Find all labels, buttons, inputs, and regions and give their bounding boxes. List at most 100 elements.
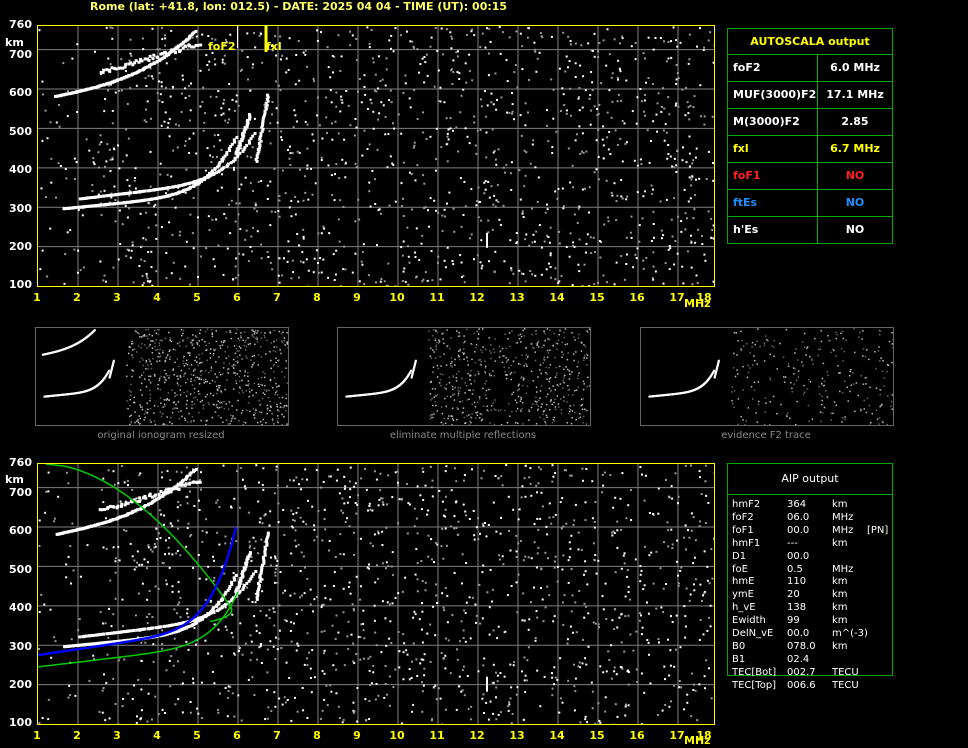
autoscala-value: 17.1 MHz bbox=[826, 88, 884, 101]
aip-value: 006.6 bbox=[787, 679, 816, 691]
x-tick-label: 14 bbox=[549, 291, 565, 304]
aip-unit: km bbox=[832, 576, 848, 588]
fof2-marker-label: foF2 bbox=[208, 40, 236, 53]
autoscala-param: foF2 bbox=[728, 55, 818, 81]
aip-flag: [PN] bbox=[867, 524, 889, 536]
aip-row: B1 02.4 bbox=[732, 654, 892, 667]
aip-row: h_vE 138 km bbox=[732, 602, 892, 615]
aip-unit: km bbox=[832, 537, 848, 549]
aip-value: 99 bbox=[787, 615, 800, 627]
y-tick-label: 600 bbox=[9, 86, 32, 99]
aip-row: D1 00.0 bbox=[732, 551, 892, 564]
thumbnail-eliminate-reflections-caption: eliminate multiple reflections bbox=[389, 430, 537, 441]
autoscala-output-table: AUTOSCALA output foF2 6.0 MHz MUF(3000)F2 1… bbox=[727, 28, 893, 244]
aip-value: 02.4 bbox=[787, 653, 810, 665]
aip-value: 138 bbox=[787, 602, 807, 614]
x-tick-label: 6 bbox=[233, 729, 241, 742]
ionogram-top-canvas bbox=[38, 26, 714, 286]
aip-unit: km bbox=[832, 499, 848, 510]
aip-row: foF2 06.0 MHz bbox=[732, 512, 892, 525]
x-tick-label: 16 bbox=[629, 729, 645, 742]
autoscala-value: 6.0 MHz bbox=[830, 61, 880, 74]
autoscala-value: NO bbox=[845, 169, 865, 182]
x-tick-label: 3 bbox=[113, 729, 121, 742]
aip-row: Ewidth 99 km bbox=[732, 615, 892, 628]
aip-param: hmF2 bbox=[732, 499, 761, 510]
x-tick-label: 16 bbox=[629, 291, 645, 304]
x-tick-label: 9 bbox=[353, 729, 361, 742]
aip-param: TEC[Top] bbox=[732, 679, 777, 691]
aip-unit: km bbox=[832, 589, 848, 601]
y-tick-label: 100 bbox=[9, 716, 32, 729]
aip-unit: km bbox=[832, 602, 848, 614]
x-tick-label: 15 bbox=[589, 291, 605, 304]
x-tick-label: 15 bbox=[589, 729, 605, 742]
x-tick-label: 2 bbox=[73, 729, 81, 742]
y-tick-label: 400 bbox=[9, 163, 32, 176]
aip-unit: km bbox=[832, 640, 848, 652]
aip-value: --- bbox=[787, 537, 798, 549]
x-tick-label: 4 bbox=[153, 729, 161, 742]
aip-title: AIP output bbox=[728, 464, 892, 495]
y-tick-label: 500 bbox=[9, 125, 32, 138]
aip-value: 110 bbox=[787, 576, 807, 588]
aip-unit: MHz bbox=[832, 524, 854, 536]
aip-param: foF1 bbox=[732, 524, 754, 536]
aip-row: hmF2 364 km bbox=[732, 499, 892, 512]
station-header: Rome (lat: +41.8, lon: 012.5) - DATE: 20… bbox=[90, 0, 508, 13]
y-unit-bottom: km bbox=[5, 473, 24, 486]
thumbnail-original-caption: original ionogram resized bbox=[97, 430, 225, 441]
autoscala-value: NO bbox=[845, 223, 865, 236]
aip-row: foE 0.5 MHz bbox=[732, 564, 892, 577]
x-unit-top: MHz bbox=[684, 297, 711, 310]
autoscala-param: MUF(3000)F2 bbox=[728, 82, 818, 108]
autoscala-param: M(3000)F2 bbox=[728, 109, 818, 135]
aip-unit: m^(-3) bbox=[832, 628, 868, 639]
aip-param: B0 bbox=[732, 640, 746, 652]
x-tick-label: 7 bbox=[273, 729, 281, 742]
x-tick-label: 4 bbox=[153, 291, 161, 304]
fxl-marker-label: fxl bbox=[266, 40, 282, 53]
autoscala-value: 6.7 MHz bbox=[830, 142, 880, 155]
echo-traces bbox=[54, 29, 270, 211]
x-tick-label: 5 bbox=[193, 729, 201, 742]
autoscala-param: h'Es bbox=[728, 217, 818, 243]
autoscala-row: M(3000)F2 2.85 bbox=[728, 109, 892, 136]
aip-param: Ewidth bbox=[732, 615, 766, 627]
thumbnail-dots bbox=[345, 328, 590, 425]
aip-value: 00.0 bbox=[787, 550, 810, 562]
thumbnail-eliminate-reflections bbox=[337, 327, 591, 426]
autoscala-param: ftEs bbox=[728, 190, 818, 216]
thumbnail-evidence-f2-canvas bbox=[648, 328, 893, 425]
x-tick-label: 11 bbox=[429, 729, 445, 742]
thumbnail-evidence-f2-caption: evidence F2 trace bbox=[721, 430, 811, 441]
aip-row: TEC[Top] 006.6 TECU bbox=[732, 680, 892, 693]
thumbnail-eliminate-reflections-canvas bbox=[345, 328, 590, 425]
ionogram-bottom bbox=[37, 463, 715, 725]
x-tick-label: 13 bbox=[509, 291, 525, 304]
aip-unit: MHz bbox=[832, 511, 854, 523]
x-tick-label: 8 bbox=[313, 729, 321, 742]
y-tick-label: 760 bbox=[9, 18, 32, 31]
aip-unit: TECU bbox=[832, 666, 859, 678]
aip-row: DelN_vE 00.0 m^(-3) bbox=[732, 628, 892, 641]
thumbnail-original bbox=[35, 327, 289, 426]
x-tick-label: 9 bbox=[353, 291, 361, 304]
x-tick-label: 1 bbox=[33, 291, 41, 304]
autoscala-row: MUF(3000)F2 17.1 MHz bbox=[728, 82, 892, 109]
aip-param: foF2 bbox=[732, 511, 754, 523]
thumbnail-evidence-f2 bbox=[640, 327, 894, 426]
aip-unit: TECU bbox=[832, 679, 859, 691]
autoscala-row: foF2 6.0 MHz bbox=[728, 55, 892, 82]
x-tick-label: 12 bbox=[469, 729, 485, 742]
y-tick-label: 700 bbox=[9, 486, 32, 499]
y-tick-label: 500 bbox=[9, 563, 32, 576]
autoscala-row: h'Es NO bbox=[728, 217, 892, 243]
autoscala-value: 2.85 bbox=[841, 115, 869, 128]
x-tick-label: 14 bbox=[549, 729, 565, 742]
aip-param: hmF1 bbox=[732, 537, 761, 549]
aip-value: 20 bbox=[787, 589, 800, 601]
y-tick-label: 600 bbox=[9, 524, 32, 537]
y-tick-label: 700 bbox=[9, 48, 32, 61]
aip-value: 06.0 bbox=[787, 511, 810, 523]
